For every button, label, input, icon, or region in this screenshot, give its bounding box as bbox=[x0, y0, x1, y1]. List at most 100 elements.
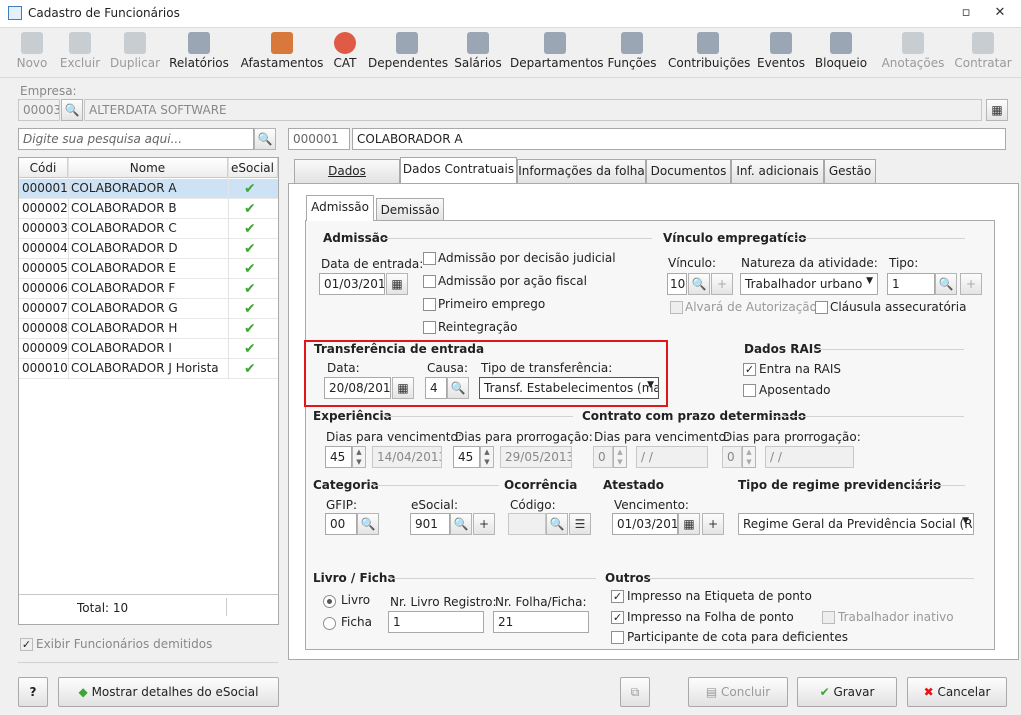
table-row[interactable]: 000002 COLABORADOR B ✔ bbox=[19, 199, 278, 219]
toolbar-salarios[interactable]: Salários bbox=[452, 30, 504, 76]
folha-ponto-checkbox[interactable]: ✓ bbox=[611, 611, 624, 624]
calculator-button[interactable]: ▦ bbox=[986, 99, 1008, 121]
ocorrencia-list-button[interactable]: ☰ bbox=[569, 513, 591, 535]
causa-input[interactable]: 4 bbox=[425, 377, 447, 399]
cont-prorr-label: Dias para prorrogação: bbox=[723, 430, 861, 444]
exp-prorr-spinner[interactable]: ▲ ▼ bbox=[480, 446, 494, 468]
clausula-checkbox[interactable] bbox=[815, 301, 828, 314]
lock-icon bbox=[830, 32, 852, 54]
etiqueta-checkbox[interactable]: ✓ bbox=[611, 590, 624, 603]
primeiro-emprego-checkbox[interactable] bbox=[423, 298, 436, 311]
subtab-admissao[interactable]: Admissão bbox=[306, 195, 374, 221]
tab-inf-adicionais[interactable]: Inf. adicionais bbox=[731, 159, 824, 183]
table-row[interactable]: 000003 COLABORADOR C ✔ bbox=[19, 219, 278, 239]
close-button[interactable]: ✕ bbox=[990, 4, 1010, 22]
toolbar-anotacoes[interactable]: Anotações bbox=[880, 30, 946, 76]
toolbar-novo[interactable]: Novo bbox=[10, 30, 54, 76]
toolbar-relatorios[interactable]: Relatórios bbox=[168, 30, 230, 76]
esocial-cat-add-button[interactable]: + bbox=[473, 513, 495, 535]
toolbar-excluir[interactable]: Excluir bbox=[58, 30, 102, 76]
toolbar-dependentes[interactable]: Dependentes bbox=[368, 30, 448, 76]
table-row[interactable]: 000007 COLABORADOR G ✔ bbox=[19, 299, 278, 319]
regime-select[interactable]: Regime Geral da Previdência Social (RGP ▼ bbox=[738, 513, 974, 535]
esocial-check-icon: ✔ bbox=[244, 241, 256, 257]
tab-dados-contratuais[interactable]: Dados Contratuais bbox=[400, 157, 517, 184]
esocial-check-icon: ✔ bbox=[244, 261, 256, 277]
esocial-details-button[interactable]: ◆ Mostrar detalhes do eSocial bbox=[58, 677, 279, 707]
tab-documentos[interactable]: Documentos bbox=[646, 159, 731, 183]
table-row[interactable]: 000004 COLABORADOR D ✔ bbox=[19, 239, 278, 259]
toolbar-duplicar[interactable]: Duplicar bbox=[108, 30, 162, 76]
tipo-input[interactable]: 1 bbox=[887, 273, 935, 295]
show-dismissed-checkbox[interactable]: ✓ bbox=[20, 638, 33, 651]
toolbar-funcoes[interactable]: Funções bbox=[606, 30, 658, 76]
row-name: COLABORADOR G bbox=[71, 301, 178, 315]
vinculo-input[interactable]: 10 bbox=[667, 273, 687, 295]
search-input[interactable]: Digite sua pesquisa aqui... bbox=[18, 128, 254, 150]
table-row[interactable]: 000009 COLABORADOR I ✔ bbox=[19, 339, 278, 359]
folha-ficha-input[interactable]: 21 bbox=[493, 611, 589, 633]
vinculo-search-button[interactable]: 🔍 bbox=[688, 273, 710, 295]
exp-venc-spinner[interactable]: ▲ ▼ bbox=[352, 446, 366, 468]
exp-venc-days[interactable]: 45 bbox=[325, 446, 352, 468]
data-entrada-calendar[interactable]: ▦ bbox=[386, 273, 408, 295]
atestado-calendar[interactable]: ▦ bbox=[678, 513, 700, 535]
gravar-button[interactable]: ✔ Gravar bbox=[797, 677, 897, 707]
tab-informacoes-folha[interactable]: Informações da folha bbox=[517, 159, 646, 183]
table-row[interactable]: 000006 COLABORADOR F ✔ bbox=[19, 279, 278, 299]
calendar-icon: ▦ bbox=[391, 277, 403, 291]
restore-button[interactable]: ▫ bbox=[956, 4, 976, 22]
table-row[interactable]: 000001 COLABORADOR A ✔ bbox=[19, 179, 278, 199]
admissao-judicial-checkbox[interactable] bbox=[423, 252, 436, 265]
admissao-fiscal-checkbox[interactable] bbox=[423, 275, 436, 288]
atestado-venc-input[interactable]: 01/03/2016 bbox=[612, 513, 678, 535]
toolbar-contribuicoes[interactable]: Contribuições bbox=[668, 30, 750, 76]
col-code-header[interactable]: Códi bbox=[19, 158, 68, 178]
toolbar-departamentos[interactable]: Departamentos bbox=[510, 30, 604, 76]
inativo-label: Trabalhador inativo bbox=[838, 610, 954, 624]
livro-registro-input[interactable]: 1 bbox=[388, 611, 484, 633]
tab-dados-cadastrais[interactable]: Dados Cadastrais bbox=[294, 159, 400, 200]
causa-search-button[interactable]: 🔍 bbox=[447, 377, 469, 399]
gfip-input[interactable]: 00 bbox=[325, 513, 357, 535]
transferencia-title: Transferência de entrada bbox=[314, 342, 485, 356]
gfip-search-button[interactable]: 🔍 bbox=[357, 513, 379, 535]
transf-data-input[interactable]: 20/08/2019 bbox=[324, 377, 391, 399]
exp-prorr-days[interactable]: 45 bbox=[453, 446, 480, 468]
toolbar-contratar[interactable]: Contratar bbox=[952, 30, 1014, 76]
data-entrada-input[interactable]: 01/03/2013 bbox=[319, 273, 385, 295]
atestado-medical-button[interactable]: + bbox=[702, 513, 724, 535]
tipo-search-button[interactable]: 🔍 bbox=[935, 273, 957, 295]
table-row[interactable]: 000005 COLABORADOR E ✔ bbox=[19, 259, 278, 279]
add-user-icon: + bbox=[716, 277, 728, 291]
toolbar-afastamentos[interactable]: Afastamentos bbox=[240, 30, 324, 76]
pencil-doc-icon bbox=[902, 32, 924, 54]
cancelar-button[interactable]: ✖ Cancelar bbox=[907, 677, 1007, 707]
reintegracao-checkbox[interactable] bbox=[423, 321, 436, 334]
tipo-transf-select[interactable]: Transf. Estabelecimentos (ma ▼ bbox=[479, 377, 659, 399]
table-row[interactable]: 000010 COLABORADOR J Horista ✔ bbox=[19, 359, 278, 379]
toolbar-eventos[interactable]: Eventos bbox=[756, 30, 806, 76]
entra-rais-checkbox[interactable]: ✓ bbox=[743, 363, 756, 376]
app-icon bbox=[8, 6, 22, 20]
aposentado-checkbox[interactable] bbox=[743, 384, 756, 397]
help-button[interactable]: ? bbox=[18, 677, 48, 707]
search-icon: 🔍 bbox=[938, 277, 954, 291]
table-row[interactable]: 000008 COLABORADOR H ✔ bbox=[19, 319, 278, 339]
head-profile-icon bbox=[697, 32, 719, 54]
natureza-select[interactable]: Trabalhador urbano ▼ bbox=[740, 273, 878, 295]
esocial-cat-input[interactable]: 901 bbox=[410, 513, 450, 535]
livro-radio[interactable] bbox=[323, 595, 336, 608]
transf-data-calendar[interactable]: ▦ bbox=[392, 377, 414, 399]
esocial-check-icon: ✔ bbox=[244, 201, 256, 217]
tab-gestao[interactable]: Gestão bbox=[824, 159, 876, 183]
toolbar-bloqueio[interactable]: Bloqueio bbox=[814, 30, 868, 76]
toolbar-cat[interactable]: CAT bbox=[328, 30, 362, 76]
ficha-radio[interactable] bbox=[323, 617, 336, 630]
col-esocial-header[interactable]: eSocial bbox=[228, 158, 278, 178]
cota-checkbox[interactable] bbox=[611, 631, 624, 644]
subtab-demissao[interactable]: Demissão bbox=[376, 198, 444, 221]
esocial-cat-search-button[interactable]: 🔍 bbox=[450, 513, 472, 535]
col-name-header[interactable]: Nome bbox=[68, 158, 228, 178]
search-button[interactable]: 🔍 bbox=[254, 128, 276, 150]
